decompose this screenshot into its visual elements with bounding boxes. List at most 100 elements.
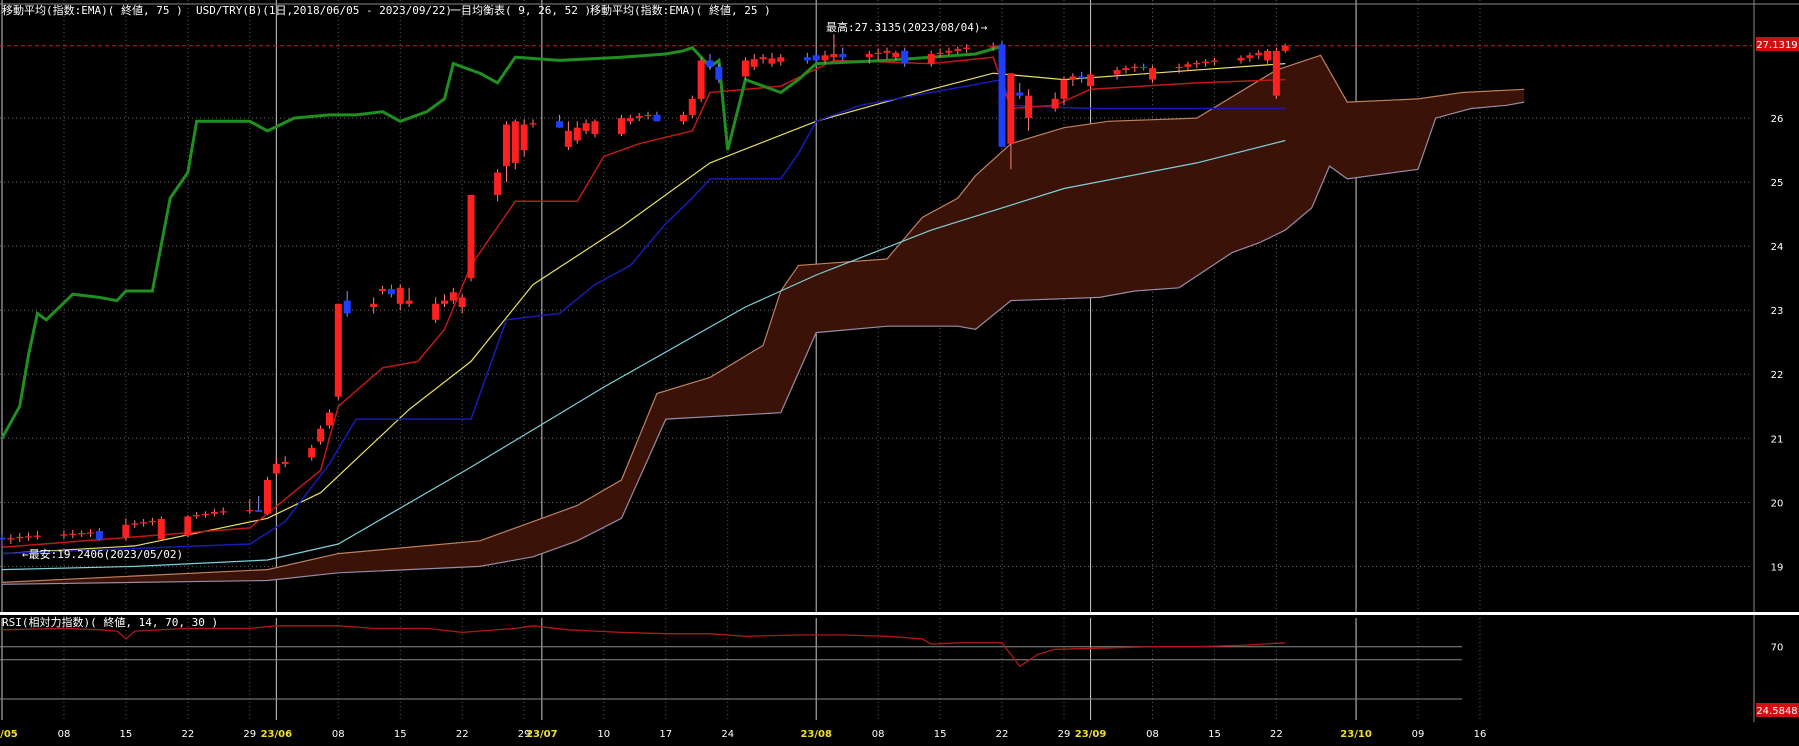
candle-body <box>458 297 466 307</box>
candle <box>741 57 749 80</box>
date-tick-label: 08 <box>1146 729 1159 740</box>
candle-body <box>1051 98 1059 109</box>
date-tick-label: 23/08 <box>800 729 832 740</box>
candle-body <box>219 511 227 513</box>
legend-ema25: 移動平均(指数:EMA)( 終値, 25 ) <box>590 3 771 17</box>
candle-body <box>1087 74 1095 87</box>
candle-body <box>954 48 962 51</box>
legend-symbol: USD/TRY(B)(1日,2018/06/05 - 2023/09/22) <box>196 4 452 17</box>
candle-body <box>7 538 15 540</box>
candle-body <box>768 58 776 64</box>
candle <box>697 57 705 103</box>
date-tick-label: 23/05 <box>0 729 18 740</box>
candle-body <box>573 127 581 141</box>
candle-body <box>892 52 900 58</box>
candle-body <box>1272 50 1280 96</box>
rsi-axis: 70 <box>1771 643 1784 654</box>
candle-body <box>343 300 351 314</box>
candle-body <box>989 46 997 48</box>
candle-body <box>87 532 94 534</box>
candle-body <box>272 463 280 474</box>
candle-body <box>874 52 882 55</box>
candle-body <box>122 524 130 538</box>
candle-body <box>812 55 820 61</box>
price-tick-label: 25 <box>1771 178 1784 189</box>
candle-body <box>379 289 387 291</box>
candle-body <box>16 536 24 539</box>
candle-body <box>370 303 378 307</box>
candle-body <box>945 50 953 53</box>
candle-body <box>741 60 749 77</box>
candle-body <box>25 536 33 538</box>
candle-body <box>78 533 86 535</box>
candle-body <box>184 516 192 536</box>
candle-body <box>1069 76 1077 80</box>
date-tick-label: 16 <box>1474 729 1487 740</box>
candle-body <box>1078 76 1086 79</box>
candle-body <box>839 54 847 58</box>
candle-body <box>582 123 590 131</box>
candle-body <box>688 98 696 115</box>
candle-body <box>494 172 502 195</box>
candle <box>264 476 271 516</box>
candle-body <box>706 60 714 67</box>
candle-body <box>210 511 218 514</box>
candle-body <box>653 114 661 122</box>
candle-body <box>963 47 971 49</box>
candle-body <box>405 300 413 304</box>
date-tick-label: 10 <box>597 729 610 740</box>
date-tick-label: 22 <box>996 729 1009 740</box>
date-tick-label: 22 <box>456 729 469 740</box>
candle-body <box>334 303 342 397</box>
candle <box>1272 47 1280 99</box>
date-tick-label: 22 <box>181 729 194 740</box>
candle-body <box>520 124 528 151</box>
chart-canvas: 19 20 21 22 23 24 25 26 70 23/05 08 15 22 29 23/06 08… <box>0 0 1799 746</box>
candle-body <box>1113 70 1121 75</box>
candle <box>334 303 342 400</box>
date-tick-label: 29 <box>243 729 256 740</box>
candle-body <box>936 52 944 55</box>
price-tick-label: 26 <box>1771 114 1784 125</box>
candle-body <box>697 60 705 99</box>
date-tick-label: 09 <box>1412 729 1425 740</box>
date-tick-label: 08 <box>58 729 71 740</box>
candle-body <box>759 57 767 60</box>
candle <box>184 515 192 538</box>
candle-body <box>1210 60 1218 62</box>
candle-body <box>441 300 448 304</box>
candle-body <box>264 479 271 514</box>
date-tick-label: 17 <box>659 729 672 740</box>
candle <box>688 95 696 119</box>
candle-body <box>1202 61 1210 63</box>
candle-body <box>1281 45 1289 51</box>
candle-body <box>202 513 210 516</box>
candle-body <box>308 447 316 458</box>
date-tick-label: 23/06 <box>261 729 293 740</box>
candle-body <box>449 292 457 301</box>
date-tick-label: 15 <box>934 729 947 740</box>
date-tick-label: 15 <box>394 729 407 740</box>
candle-body <box>830 54 838 58</box>
candle-body <box>387 289 395 295</box>
date-tick-label: 15 <box>1208 729 1221 740</box>
candle-body <box>325 412 333 426</box>
candle-body <box>1175 66 1183 69</box>
legend-ichimoku: 一目均衡表( 9, 26, 52 ) <box>450 3 591 17</box>
candle-body <box>157 518 165 540</box>
candle-body <box>927 54 935 64</box>
candle-body <box>529 123 537 125</box>
candle-body <box>750 59 758 67</box>
candle-body <box>1122 68 1130 71</box>
rsi-legend: RSI(相対力指数)( 終値, 14, 70, 30 ) <box>2 615 218 629</box>
candle-body <box>803 57 811 61</box>
date-tick-label: 22 <box>1270 729 1283 740</box>
candle-body <box>131 523 139 525</box>
candle-body <box>95 531 103 540</box>
candle-body <box>821 55 829 61</box>
panel-separator[interactable] <box>0 612 1799 615</box>
candle-body <box>883 50 891 53</box>
candle-body <box>556 121 564 128</box>
date-tick-label: 23/10 <box>1340 729 1372 740</box>
candle-body <box>33 535 41 537</box>
